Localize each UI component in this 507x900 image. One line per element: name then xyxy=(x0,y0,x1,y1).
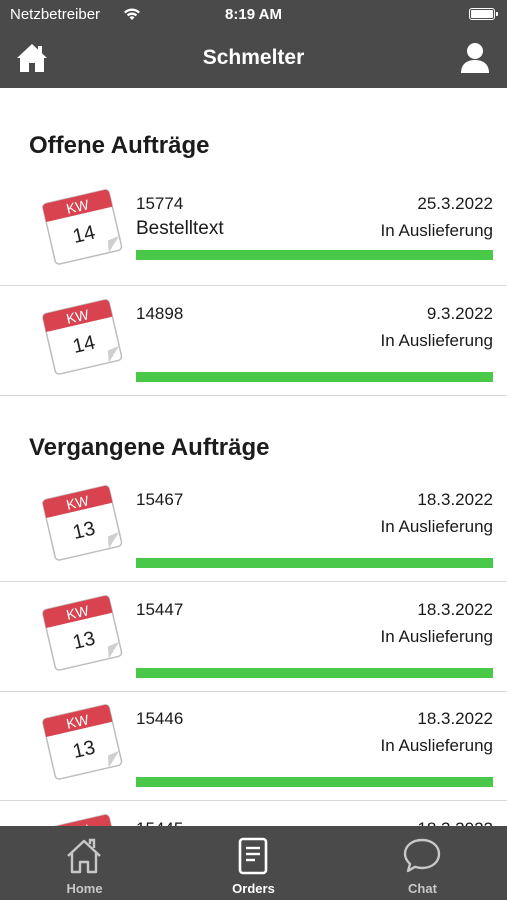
order-progress-bar xyxy=(136,250,493,260)
order-date: 18.3.2022 xyxy=(417,709,493,728)
order-progress-bar xyxy=(136,558,493,568)
open-orders-heading: Offene Aufträge xyxy=(29,132,210,159)
navigation-bar: Schmelter xyxy=(0,30,507,88)
order-date: 25.3.2022 xyxy=(417,194,493,213)
order-status: In Auslieferung xyxy=(380,736,493,755)
order-progress-bar xyxy=(136,371,493,382)
order-date: 9.3.2022 xyxy=(426,303,493,323)
order-number: 14898 xyxy=(136,303,184,323)
order-number: 15447 xyxy=(136,599,184,619)
battery-icon xyxy=(469,8,498,20)
order-status: In Auslieferung xyxy=(380,221,493,240)
order-progress-bar xyxy=(136,777,493,787)
user-icon xyxy=(461,43,489,73)
order-date: 18.3.2022 xyxy=(417,819,493,827)
chat-bubble-icon xyxy=(403,838,441,873)
order-number: 15774 xyxy=(136,194,184,213)
order-row[interactable]: KW 13 15447 18.3.2022 In Auslieferung xyxy=(0,584,507,692)
status-bar: Netzbetreiber 8:19 AM xyxy=(0,0,507,30)
order-date: 18.3.2022 xyxy=(417,599,493,619)
row-divider xyxy=(0,285,507,286)
calendar-icon: KW13 xyxy=(42,704,123,780)
document-icon xyxy=(238,837,268,875)
order-number: 15467 xyxy=(136,490,184,509)
order-row[interactable]: KW 14 15774 25.3.2022 Bestelltext In Ausliefe… xyxy=(0,178,507,286)
row-divider xyxy=(0,581,507,582)
calendar-icon: KW13 xyxy=(42,813,123,826)
row-divider xyxy=(0,800,507,801)
row-divider xyxy=(0,690,507,692)
order-status: In Auslieferung xyxy=(380,330,493,350)
order-progress-bar xyxy=(136,667,493,678)
order-row[interactable]: KW 13 15467 18.3.2022 In Auslieferung xyxy=(0,474,507,582)
order-progress-fill xyxy=(136,667,493,678)
tab-home[interactable]: Home xyxy=(0,826,169,900)
order-date: 18.3.2022 xyxy=(417,490,493,509)
row-divider xyxy=(0,394,507,396)
calendar-icon: KW13 xyxy=(42,485,123,561)
order-progress-fill xyxy=(136,777,493,787)
tab-chat[interactable]: Chat xyxy=(338,826,507,900)
clock: 8:19 AM xyxy=(225,6,282,23)
order-number: 15445 xyxy=(136,819,183,827)
order-number: 15446 xyxy=(136,709,184,728)
order-status: In Auslieferung xyxy=(380,626,493,646)
tab-home-label: Home xyxy=(66,881,103,896)
tab-orders-label: Orders xyxy=(232,881,275,896)
calendar-icon: KW13 xyxy=(42,594,123,671)
order-row[interactable]: KW131544518.3.2022In Auslieferung xyxy=(0,803,507,827)
order-row[interactable]: KW 13 15446 18.3.2022 In Auslieferung xyxy=(0,693,507,801)
app-title: Schmelter xyxy=(202,46,305,69)
order-row[interactable]: KW 14 14898 9.3.2022 In Auslieferung xyxy=(0,288,507,396)
order-progress-fill xyxy=(136,250,493,260)
tab-chat-label: Chat xyxy=(408,881,437,896)
calendar-icon: KW14 xyxy=(42,298,123,375)
order-progress-fill xyxy=(136,371,493,382)
orders-list[interactable]: Offene Aufträge KW 14 15774 25.3.2022 Bestel… xyxy=(0,88,507,826)
order-subtitle: Bestelltext xyxy=(136,218,224,239)
profile-button[interactable] xyxy=(457,40,493,76)
past-orders-heading: Vergangene Aufträge xyxy=(29,434,270,461)
order-status: In Auslieferung xyxy=(380,517,493,536)
home-icon xyxy=(67,838,101,874)
order-progress-fill xyxy=(136,558,493,568)
tab-orders[interactable]: Orders xyxy=(169,826,338,900)
tab-bar: Home Orders Chat xyxy=(0,826,507,900)
calendar-icon: KW14 xyxy=(42,189,123,265)
